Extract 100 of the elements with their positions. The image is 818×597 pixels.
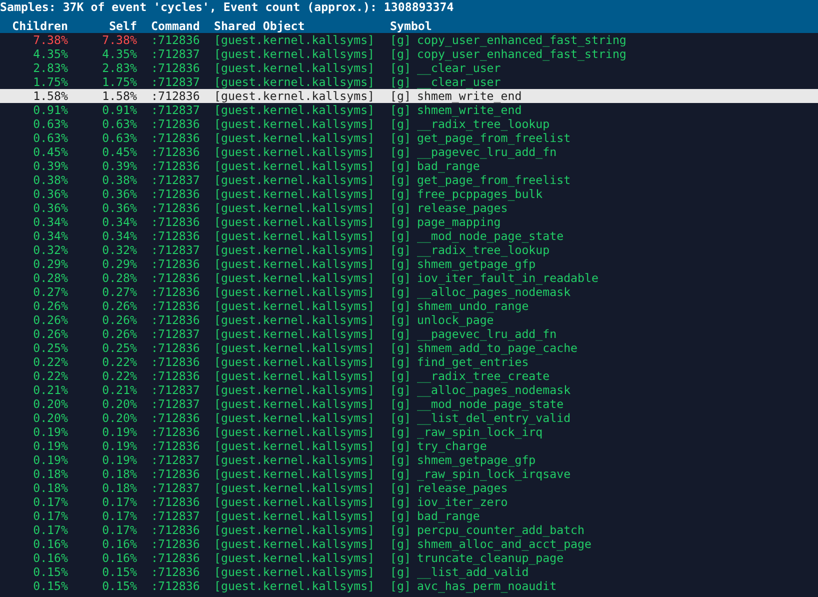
- self-percent: 0.22%: [102, 369, 137, 383]
- shared-object-cell-text: [guest.kernel.kallsyms]: [214, 103, 376, 117]
- scope-cell-text: [g]: [390, 341, 412, 355]
- shared-object-cell-text: [guest.kernel.kallsyms]: [214, 299, 376, 313]
- table-row[interactable]: 0.29% 0.29% :712836 [guest.kernel.kallsyms] [g] shmem_getpage_gfp: [0, 257, 818, 271]
- children-percent: 0.15%: [33, 565, 68, 579]
- shared-object-cell-text: [guest.kernel.kallsyms]: [214, 523, 376, 537]
- symbol-cell-text: free_pcppages_bulk: [417, 187, 544, 201]
- scope-cell-text: [g]: [390, 313, 412, 327]
- symbol-cell-text: percpu_counter_add_batch: [417, 523, 586, 537]
- table-row[interactable]: 0.45% 0.45% :712836 [guest.kernel.kallsyms] [g] __pagevec_lru_add_fn: [0, 145, 818, 159]
- scope-cell-text: [g]: [390, 271, 412, 285]
- table-row[interactable]: 0.36% 0.36% :712836 [guest.kernel.kallsyms] [g] free_pcppages_bulk: [0, 187, 818, 201]
- table-row[interactable]: 0.19% 0.19% :712837 [guest.kernel.kallsyms] [g] shmem_getpage_gfp: [0, 453, 818, 467]
- table-row[interactable]: 0.19% 0.19% :712836 [guest.kernel.kallsyms] [g] try_charge: [0, 439, 818, 453]
- symbol-cell-text: __pagevec_lru_add_fn: [417, 327, 558, 341]
- symbol-cell-text: copy_user_enhanced_fast_string: [417, 33, 628, 47]
- symbol-cell-text: shmem_add_to_page_cache: [417, 341, 579, 355]
- command-cell-text: :712836: [150, 425, 201, 439]
- scope-cell-text: [g]: [390, 411, 412, 425]
- table-row[interactable]: 0.26% 0.26% :712837 [guest.kernel.kallsyms] [g] __pagevec_lru_add_fn: [0, 327, 818, 341]
- command-cell-text: :712837: [150, 75, 201, 89]
- table-row[interactable]: 4.35% 4.35% :712837 [guest.kernel.kallsyms] [g] copy_user_enhanced_fast_string: [0, 47, 818, 61]
- command-cell-text: :712836: [150, 33, 201, 47]
- self-percent: 0.34%: [102, 229, 137, 243]
- symbol-cell-text: release_pages: [417, 481, 509, 495]
- table-row[interactable]: 0.22% 0.22% :712836 [guest.kernel.kallsyms] [g] __radix_tree_create: [0, 369, 818, 383]
- self-percent: 7.38%: [102, 33, 137, 47]
- shared-object-cell-text: [guest.kernel.kallsyms]: [214, 33, 376, 47]
- table-row[interactable]: 0.16% 0.16% :712836 [guest.kernel.kallsyms] [g] truncate_cleanup_page: [0, 551, 818, 565]
- table-row[interactable]: 0.15% 0.15% :712836 [guest.kernel.kallsyms] [g] __list_add_valid: [0, 565, 818, 579]
- table-row[interactable]: 0.15% 0.15% :712836 [guest.kernel.kallsyms] [g] avc_has_perm_noaudit: [0, 579, 818, 593]
- self-percent: 0.26%: [102, 327, 137, 341]
- children-percent: 0.18%: [33, 467, 68, 481]
- table-row[interactable]: 2.83% 2.83% :712836 [guest.kernel.kallsyms] [g] __clear_user: [0, 61, 818, 75]
- command-cell-text: :712836: [150, 159, 201, 173]
- symbol-cell-text: bad_range: [417, 159, 481, 173]
- scope-cell-text: [g]: [390, 579, 412, 593]
- command-cell-text: :712836: [150, 61, 201, 75]
- table-row[interactable]: 0.28% 0.28% :712836 [guest.kernel.kallsyms] [g] iov_iter_fault_in_readable: [0, 271, 818, 285]
- table-row[interactable]: 0.38% 0.38% :712837 [guest.kernel.kallsyms] [g] get_page_from_freelist: [0, 173, 818, 187]
- table-row[interactable]: 0.91% 0.91% :712837 [guest.kernel.kallsyms] [g] shmem_write_end: [0, 103, 818, 117]
- shared-object-cell-text: [guest.kernel.kallsyms]: [214, 285, 376, 299]
- command-cell-text: :712837: [150, 509, 201, 523]
- table-row[interactable]: 7.38% 7.38% :712836 [guest.kernel.kallsyms] [g] copy_user_enhanced_fast_string: [0, 33, 818, 47]
- table-row[interactable]: 0.26% 0.26% :712836 [guest.kernel.kallsyms] [g] unlock_page: [0, 313, 818, 327]
- scope-cell-text: [g]: [390, 425, 412, 439]
- table-row[interactable]: 0.34% 0.34% :712836 [guest.kernel.kallsyms] [g] page_mapping: [0, 215, 818, 229]
- shared-object-cell-text: [guest.kernel.kallsyms]: [214, 243, 376, 257]
- table-row[interactable]: 0.63% 0.63% :712836 [guest.kernel.kallsyms] [g] get_page_from_freelist: [0, 131, 818, 145]
- table-row[interactable]: 0.22% 0.22% :712836 [guest.kernel.kallsyms] [g] find_get_entries: [0, 355, 818, 369]
- table-row[interactable]: 0.63% 0.63% :712836 [guest.kernel.kallsyms] [g] __radix_tree_lookup: [0, 117, 818, 131]
- symbol-cell-text: truncate_cleanup_page: [417, 551, 565, 565]
- shared-object-cell-text: [guest.kernel.kallsyms]: [214, 131, 376, 145]
- scope-cell-text: [g]: [390, 537, 412, 551]
- shared-object-cell-text: [guest.kernel.kallsyms]: [214, 537, 376, 551]
- children-percent: 0.36%: [33, 187, 68, 201]
- symbol-cell-text: release_pages: [417, 201, 509, 215]
- shared-object-cell-text: [guest.kernel.kallsyms]: [214, 61, 376, 75]
- table-row[interactable]: 0.17% 0.17% :712837 [guest.kernel.kallsyms] [g] bad_range: [0, 509, 818, 523]
- table-row[interactable]: 0.20% 0.20% :712836 [guest.kernel.kallsyms] [g] __list_del_entry_valid: [0, 411, 818, 425]
- self-percent: 0.29%: [102, 257, 137, 271]
- table-row[interactable]: 0.21% 0.21% :712837 [guest.kernel.kallsyms] [g] __alloc_pages_nodemask: [0, 383, 818, 397]
- children-percent: 0.91%: [33, 103, 68, 117]
- shared-object-cell-text: [guest.kernel.kallsyms]: [214, 369, 376, 383]
- children-percent: 0.22%: [33, 369, 68, 383]
- table-row[interactable]: 0.32% 0.32% :712837 [guest.kernel.kallsyms] [g] __radix_tree_lookup: [0, 243, 818, 257]
- column-header: Command: [150, 19, 201, 33]
- children-percent: 0.26%: [33, 299, 68, 313]
- table-row[interactable]: 0.17% 0.17% :712836 [guest.kernel.kallsyms] [g] percpu_counter_add_batch: [0, 523, 818, 537]
- scope-cell-text: [g]: [390, 467, 412, 481]
- shared-object-cell-text: [guest.kernel.kallsyms]: [214, 271, 376, 285]
- table-row[interactable]: 0.18% 0.18% :712836 [guest.kernel.kallsyms] [g] _raw_spin_lock_irqsave: [0, 467, 818, 481]
- table-row[interactable]: 0.27% 0.27% :712836 [guest.kernel.kallsyms] [g] __alloc_pages_nodemask: [0, 285, 818, 299]
- shared-object-cell-text: [guest.kernel.kallsyms]: [214, 257, 376, 271]
- command-cell-text: :712836: [150, 369, 201, 383]
- symbol-cell-text: shmem_alloc_and_acct_page: [417, 537, 593, 551]
- self-percent: 0.20%: [102, 397, 137, 411]
- command-cell-text: :712836: [150, 565, 201, 579]
- scope-cell-text: [g]: [390, 61, 412, 75]
- table-row[interactable]: 1.58% 1.58% :712836 [guest.kernel.kallsyms] [g] shmem_write_end: [0, 89, 818, 103]
- table-row[interactable]: 0.18% 0.18% :712837 [guest.kernel.kallsyms] [g] release_pages: [0, 481, 818, 495]
- table-row[interactable]: 1.75% 1.75% :712837 [guest.kernel.kallsyms] [g] __clear_user: [0, 75, 818, 89]
- table-row[interactable]: 0.36% 0.36% :712836 [guest.kernel.kallsyms] [g] release_pages: [0, 201, 818, 215]
- command-cell-text: :712837: [150, 173, 201, 187]
- table-row[interactable]: 0.34% 0.34% :712836 [guest.kernel.kallsyms] [g] __mod_node_page_state: [0, 229, 818, 243]
- table-row[interactable]: 0.17% 0.17% :712836 [guest.kernel.kallsyms] [g] iov_iter_zero: [0, 495, 818, 509]
- scope-cell-text: [g]: [390, 299, 412, 313]
- scope-cell-text: [g]: [390, 509, 412, 523]
- table-row[interactable]: 0.20% 0.20% :712837 [guest.kernel.kallsyms] [g] __mod_node_page_state: [0, 397, 818, 411]
- children-percent: 0.28%: [33, 271, 68, 285]
- table-row[interactable]: 0.26% 0.26% :712836 [guest.kernel.kallsyms] [g] shmem_undo_range: [0, 299, 818, 313]
- children-percent: 0.63%: [33, 117, 68, 131]
- table-row[interactable]: 0.16% 0.16% :712836 [guest.kernel.kallsyms] [g] shmem_alloc_and_acct_page: [0, 537, 818, 551]
- table-row[interactable]: 0.19% 0.19% :712836 [guest.kernel.kallsyms] [g] _raw_spin_lock_irq: [0, 425, 818, 439]
- scope-cell-text: [g]: [390, 481, 412, 495]
- scope-cell-text: [g]: [390, 215, 412, 229]
- table-row[interactable]: 0.39% 0.39% :712836 [guest.kernel.kallsyms] [g] bad_range: [0, 159, 818, 173]
- scope-cell-text: [g]: [390, 285, 412, 299]
- table-row[interactable]: 0.25% 0.25% :712836 [guest.kernel.kallsyms] [g] shmem_add_to_page_cache: [0, 341, 818, 355]
